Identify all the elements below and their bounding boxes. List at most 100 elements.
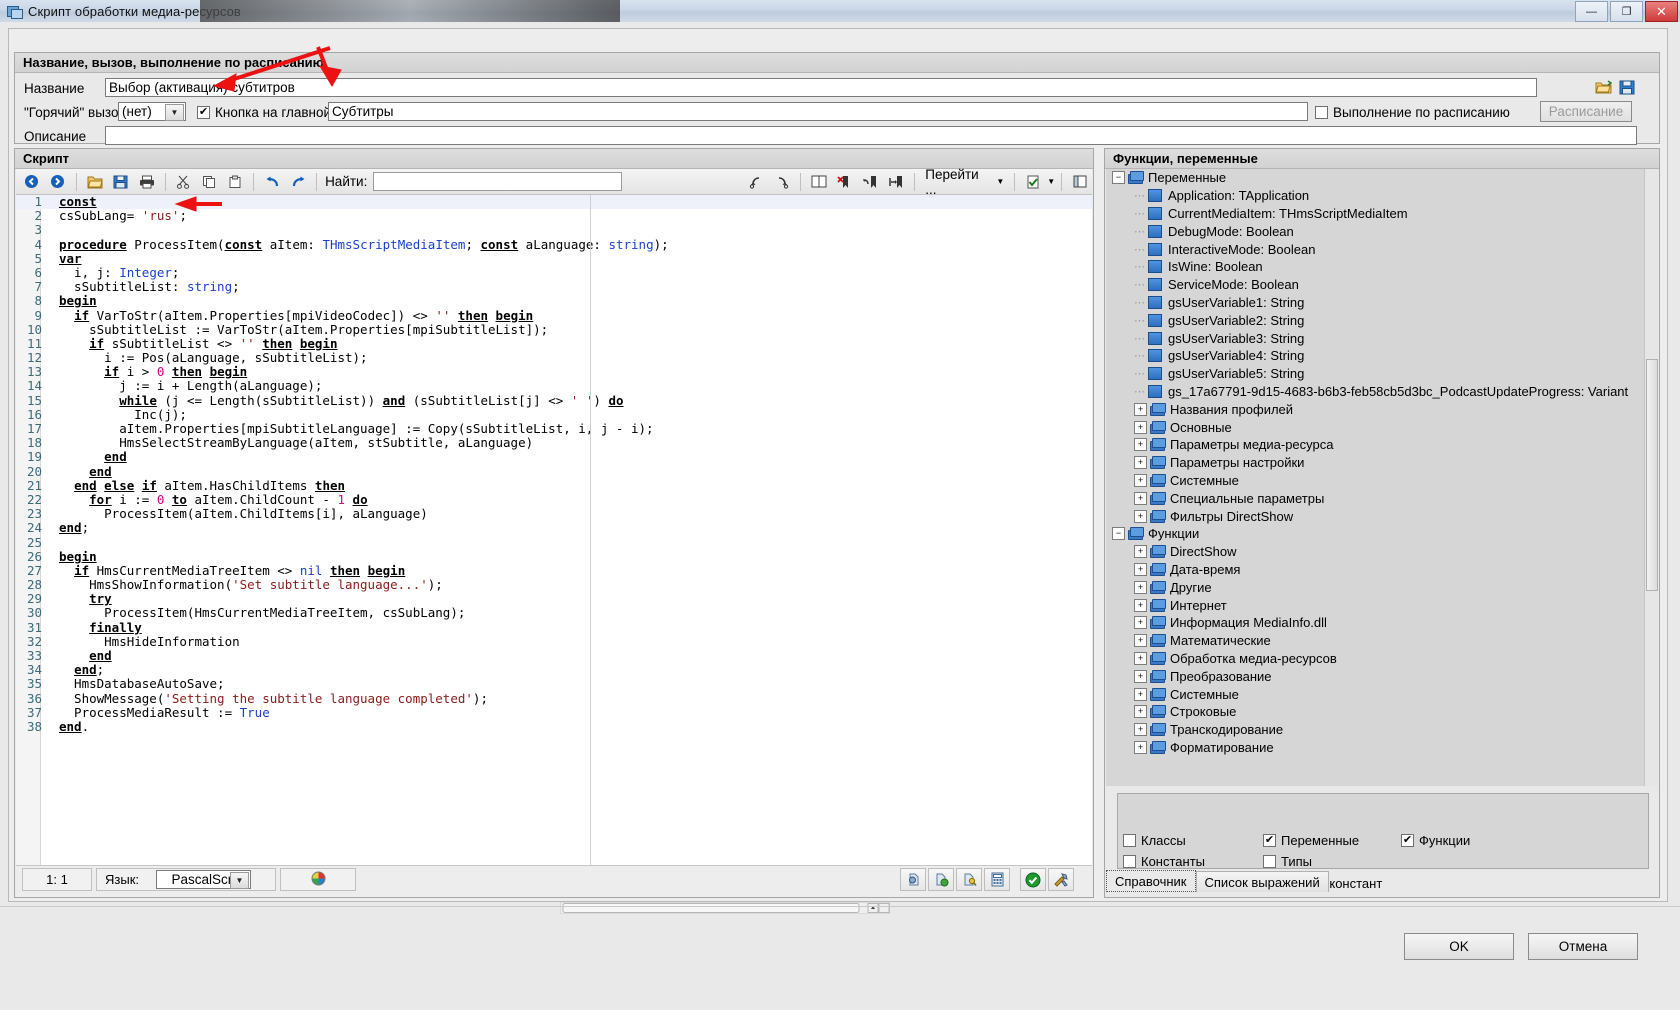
code-line[interactable]: 17 aItem.Properties[mpiSubtitleLanguage]… xyxy=(16,422,1092,436)
filter-functions[interactable]: Функции xyxy=(1401,833,1470,848)
schedule-checkbox[interactable]: Выполнение по расписанию xyxy=(1315,105,1510,120)
code-text[interactable] xyxy=(47,223,1092,237)
expand-icon[interactable]: + xyxy=(1134,688,1147,701)
expand-icon[interactable]: + xyxy=(1134,581,1147,594)
language-combo[interactable]: PascalScript ▼ xyxy=(156,870,251,889)
expand-icon[interactable]: + xyxy=(1134,492,1147,505)
color-wheel-icon[interactable] xyxy=(311,871,326,889)
code-text[interactable]: ShowMessage('Setting the subtitle langua… xyxy=(47,692,1092,706)
chevron-down-icon[interactable]: ▼ xyxy=(230,872,249,889)
tree-item[interactable]: ⋯CurrentMediaItem: THmsScriptMediaItem xyxy=(1106,205,1658,223)
code-text[interactable]: try xyxy=(47,592,1092,606)
collapse-icon[interactable]: − xyxy=(1112,527,1125,540)
code-line[interactable]: 1const xyxy=(16,195,1092,209)
code-text[interactable]: csSubLang= 'rus'; xyxy=(47,209,1092,223)
copy-icon[interactable] xyxy=(197,170,221,194)
chevron-down-icon[interactable]: ▼ xyxy=(996,177,1004,186)
code-line[interactable]: 34 end; xyxy=(16,663,1092,677)
split-view-icon[interactable] xyxy=(807,170,831,194)
tree-item[interactable]: +Транскодирование xyxy=(1106,721,1658,739)
code-line[interactable]: 5var xyxy=(16,252,1092,266)
code-text[interactable]: end else if aItem.HasChildItems then xyxy=(47,479,1092,493)
close-button[interactable]: ✕ xyxy=(1645,1,1678,22)
expand-icon[interactable]: + xyxy=(1134,563,1147,576)
expand-icon[interactable]: + xyxy=(1134,741,1147,754)
code-text[interactable]: sSubtitleList: string; xyxy=(47,280,1092,294)
code-text[interactable]: i, j: Integer; xyxy=(47,266,1092,280)
code-line[interactable]: 35 HmsDatabaseAutoSave; xyxy=(16,677,1092,691)
code-line[interactable]: 11 if sSubtitleList <> '' then begin xyxy=(16,337,1092,351)
checkbox-box[interactable] xyxy=(1401,834,1414,847)
code-line[interactable]: 24end; xyxy=(16,521,1092,535)
checkbox-box[interactable] xyxy=(1263,855,1276,868)
debug-step-icon[interactable] xyxy=(900,868,926,891)
collapse-icon[interactable]: − xyxy=(1112,171,1125,184)
code-text[interactable]: end xyxy=(47,450,1092,464)
name-input[interactable]: Выбор (активация) субтитров xyxy=(105,78,1537,97)
redo-icon[interactable] xyxy=(286,170,310,194)
code-text[interactable]: end; xyxy=(47,521,1092,535)
debug-run-icon[interactable] xyxy=(928,868,954,891)
code-text[interactable]: j := i + Length(aLanguage); xyxy=(47,379,1092,393)
code-text[interactable]: sSubtitleList := VarToStr(aItem.Properti… xyxy=(47,323,1092,337)
expand-icon[interactable]: + xyxy=(1134,634,1147,647)
tree-item[interactable]: +Форматирование xyxy=(1106,739,1658,757)
code-text[interactable]: for i := 0 to aItem.ChildCount - 1 do xyxy=(47,493,1092,507)
code-line[interactable]: 22 for i := 0 to aItem.ChildCount - 1 do xyxy=(16,493,1092,507)
code-line[interactable]: 37 ProcessMediaResult := True xyxy=(16,706,1092,720)
checkbox-box[interactable] xyxy=(1263,834,1276,847)
navigate-forward-icon[interactable] xyxy=(46,170,70,194)
checkbox-box[interactable] xyxy=(1315,106,1328,119)
cancel-button[interactable]: Отмена xyxy=(1528,933,1638,960)
tree-item[interactable]: −Переменные xyxy=(1106,169,1658,187)
code-line[interactable]: 29 try xyxy=(16,592,1092,606)
tree-item[interactable]: +Системные xyxy=(1106,685,1658,703)
code-line[interactable]: 9 if VarToStr(aItem.Properties[mpiVideoC… xyxy=(16,309,1092,323)
tree-item[interactable]: ⋯gs_17a67791-9d15-4683-b6b3-feb58cb5d3bc… xyxy=(1106,383,1658,401)
open-folder-icon[interactable] xyxy=(1593,77,1613,97)
save-icon[interactable] xyxy=(109,170,133,194)
bookmark-toggle-icon[interactable] xyxy=(858,170,882,194)
minimize-button[interactable]: — xyxy=(1575,1,1608,22)
code-text[interactable]: if i > 0 then begin xyxy=(47,365,1092,379)
tree-item[interactable]: +Специальные параметры xyxy=(1106,489,1658,507)
schedule-button[interactable]: Расписание xyxy=(1540,101,1632,122)
code-line[interactable]: 18 HmsSelectStreamByLanguage(aItem, stSu… xyxy=(16,436,1092,450)
code-line[interactable]: 30 ProcessItem(HmsCurrentMediaTreeItem, … xyxy=(16,606,1092,620)
tools-icon[interactable] xyxy=(1048,868,1074,891)
checkbox-box[interactable] xyxy=(197,106,210,119)
expand-icon[interactable]: + xyxy=(1134,616,1147,629)
code-line[interactable]: 13 if i > 0 then begin xyxy=(16,365,1092,379)
expand-icon[interactable]: + xyxy=(1134,421,1147,434)
code-line[interactable]: 38end. xyxy=(16,720,1092,734)
expand-icon[interactable]: + xyxy=(1134,723,1147,736)
tree-item[interactable]: +Строковые xyxy=(1106,703,1658,721)
code-text[interactable]: while (j <= Length(sSubtitleList)) and (… xyxy=(47,394,1092,408)
tree-item[interactable]: ⋯Application: TApplication xyxy=(1106,187,1658,205)
code-line[interactable]: 2csSubLang= 'rus'; xyxy=(16,209,1092,223)
code-line[interactable]: 21 end else if aItem.HasChildItems then xyxy=(16,479,1092,493)
code-line[interactable]: 36 ShowMessage('Setting the subtitle lan… xyxy=(16,692,1092,706)
tree-item[interactable]: +Фильтры DirectShow xyxy=(1106,507,1658,525)
expand-icon[interactable]: + xyxy=(1134,545,1147,558)
tree-item[interactable]: ⋯gsUserVariable5: String xyxy=(1106,365,1658,383)
bookmark-next-icon[interactable] xyxy=(770,170,794,194)
code-line[interactable]: 19 end xyxy=(16,450,1092,464)
chevron-down-icon[interactable]: ▼ xyxy=(165,104,184,121)
filter-classes[interactable]: Классы xyxy=(1123,833,1186,848)
code-line[interactable]: 15 while (j <= Length(sSubtitleList)) an… xyxy=(16,394,1092,408)
chevron-down-icon[interactable]: ▼ xyxy=(1047,177,1055,186)
code-line[interactable]: 16 Inc(j); xyxy=(16,408,1092,422)
tree-item[interactable]: ⋯gsUserVariable1: String xyxy=(1106,294,1658,312)
tree-item[interactable]: +Основные xyxy=(1106,418,1658,436)
code-line[interactable]: 3 xyxy=(16,223,1092,237)
code-line[interactable]: 28 HmsShowInformation('Set subtitle lang… xyxy=(16,578,1092,592)
description-input[interactable] xyxy=(105,126,1637,145)
calculator-icon[interactable] xyxy=(984,868,1010,891)
expand-icon[interactable]: + xyxy=(1134,652,1147,665)
color-cell[interactable] xyxy=(280,868,356,891)
maximize-button[interactable]: ❐ xyxy=(1610,1,1643,22)
functions-tree[interactable]: −Переменные⋯Application: TApplication⋯Cu… xyxy=(1106,169,1658,786)
tree-item[interactable]: +Интернет xyxy=(1106,596,1658,614)
code-text[interactable]: ProcessItem(aItem.ChildItems[i], aLangua… xyxy=(47,507,1092,521)
